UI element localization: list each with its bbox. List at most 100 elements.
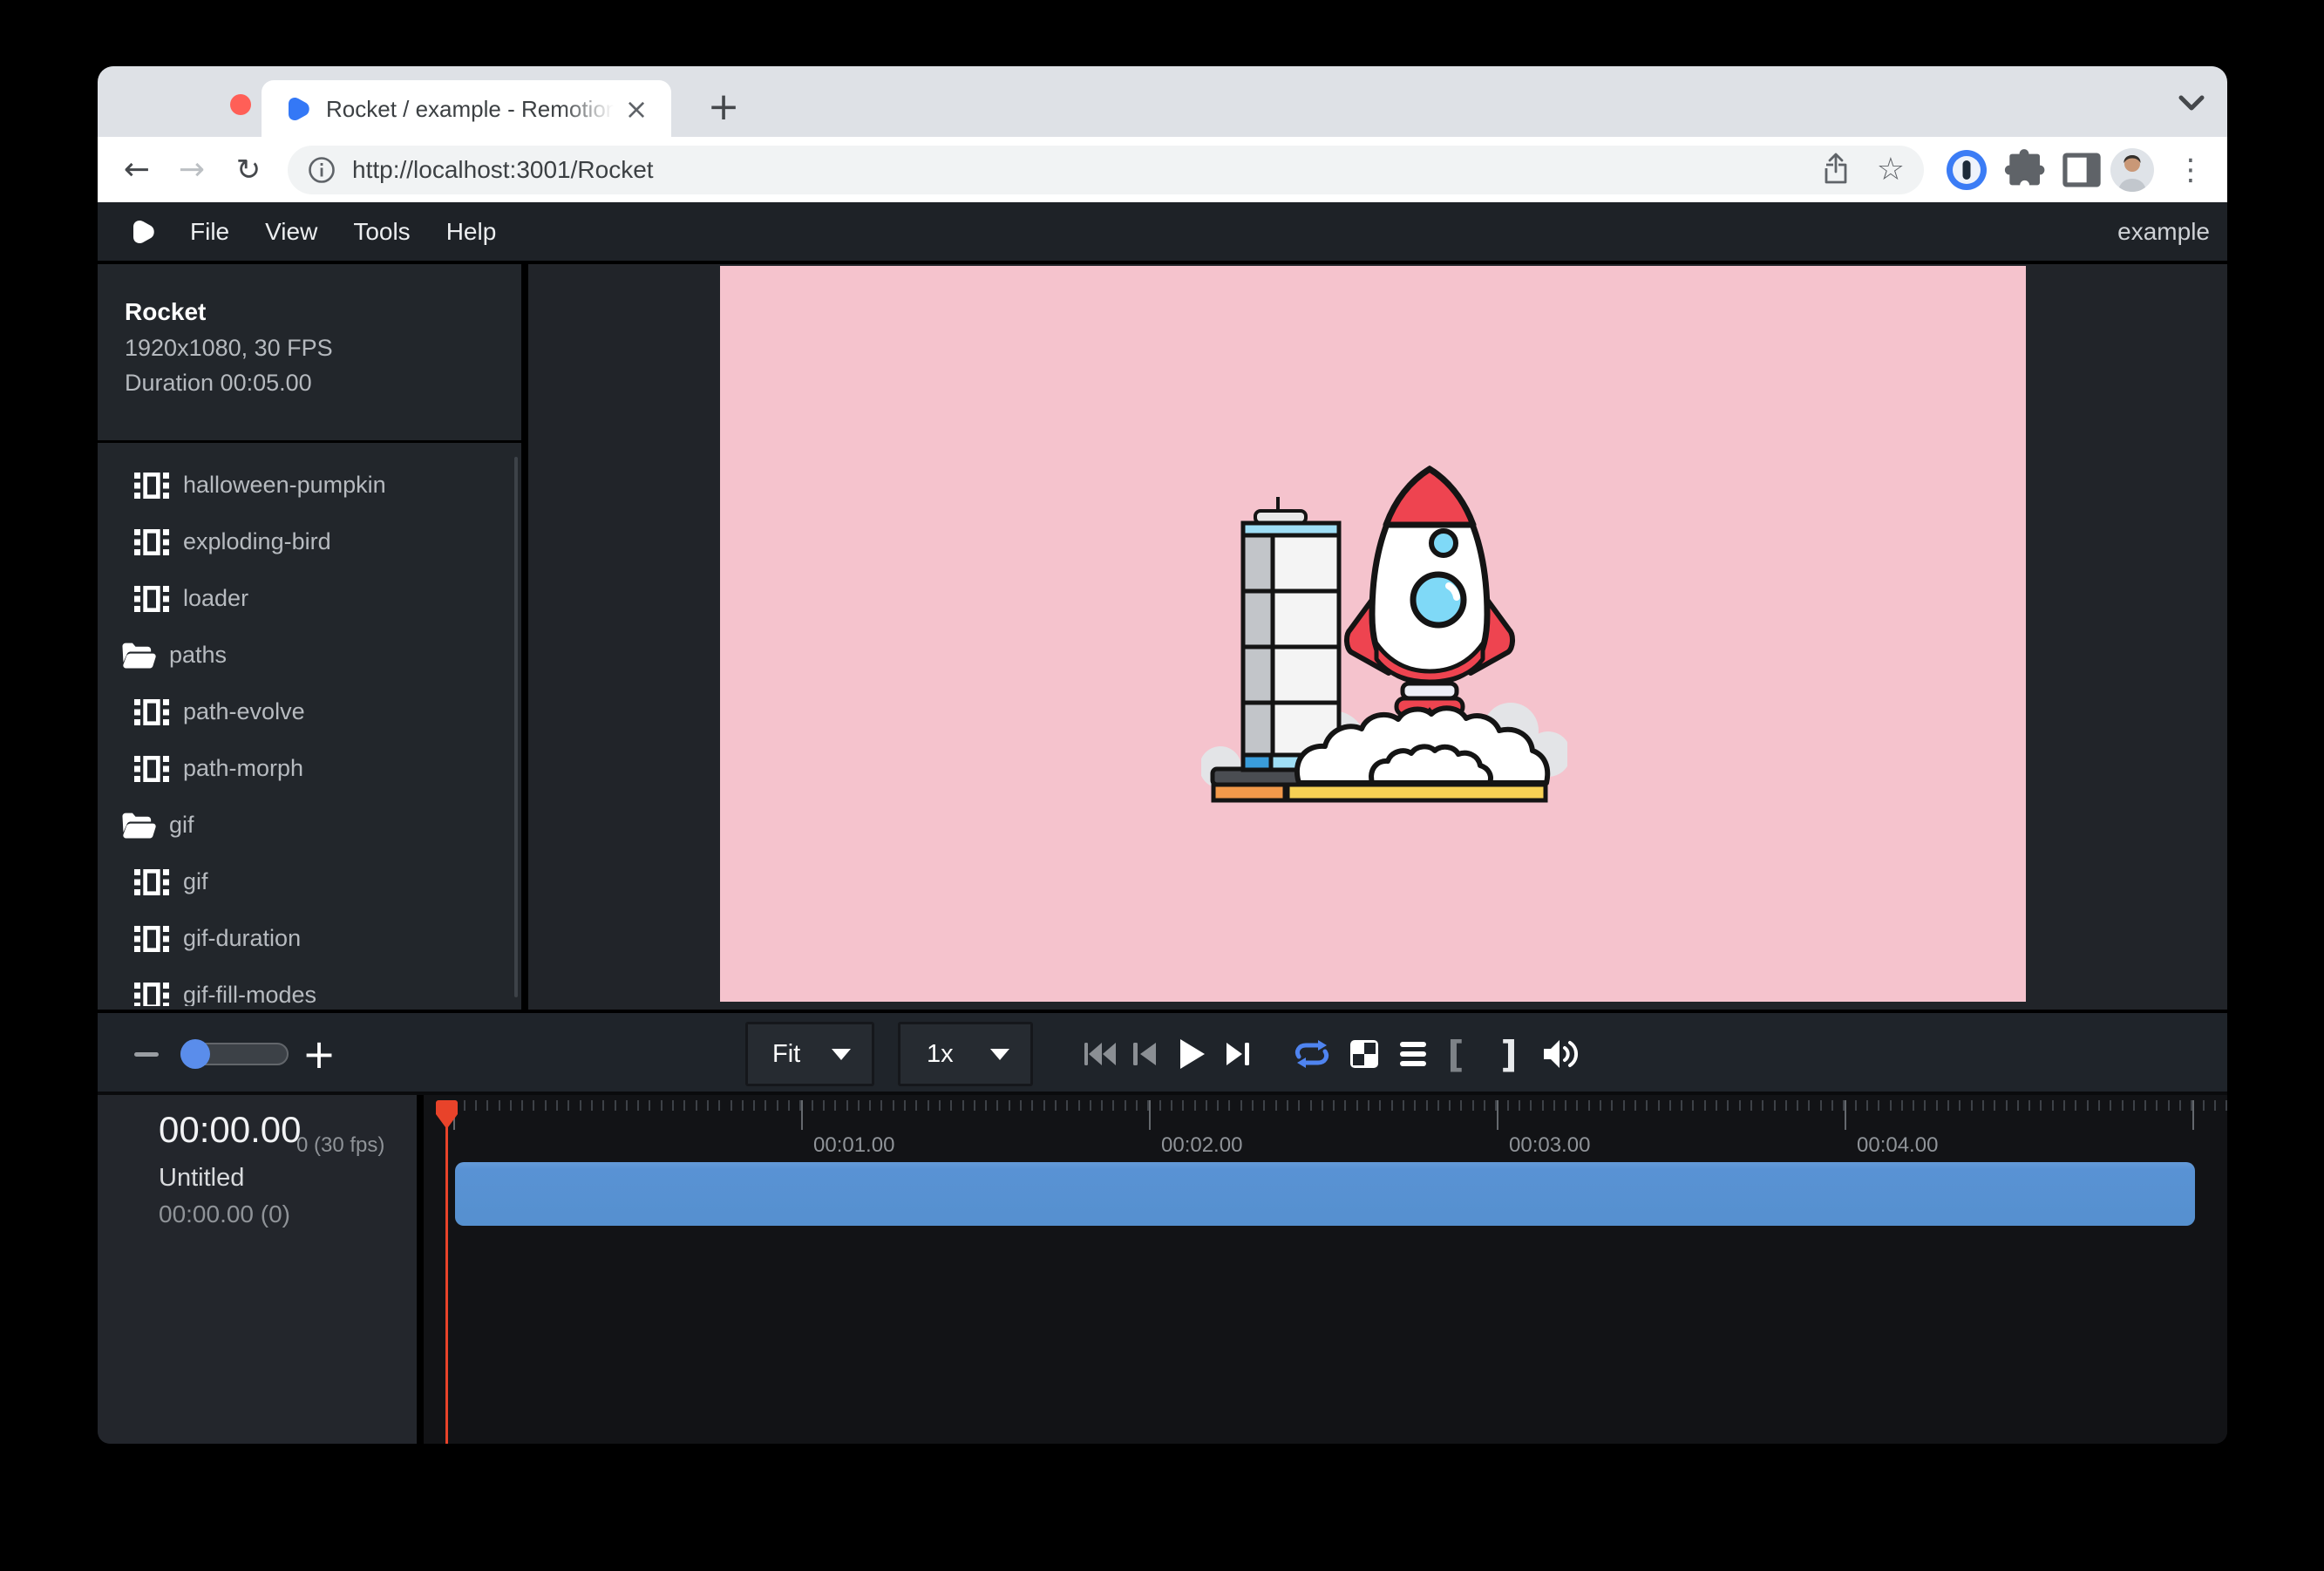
menu-tools[interactable]: Tools [353,218,410,246]
minus-icon [134,1052,159,1057]
sidebar-item-label: path-morph [183,755,303,782]
sidebar-composition-path-evolve[interactable]: path-evolve [98,683,521,740]
film-icon [134,584,171,614]
zoom-out-button[interactable] [127,1013,166,1095]
tab-search-chevron-icon[interactable] [2174,91,2209,117]
in-point-button[interactable]: [ [1437,1013,1475,1095]
film-icon [134,527,171,557]
out-point-button[interactable]: ] [1490,1013,1528,1095]
forward-button[interactable]: → [171,149,213,191]
playback-speed-value: 1x [927,1040,954,1069]
menu-view[interactable]: View [265,218,317,246]
film-icon [134,924,171,954]
timeline-panel: 00:00.00 0 (30 fps) Untitled 00:00.00 (0… [98,1095,2227,1444]
composition-list: halloween-pumpkin exploding-bird loader pat… [98,457,521,1006]
sidebar-composition-path-morph[interactable]: path-morph [98,740,521,797]
playhead-handle[interactable] [433,1100,460,1130]
sidebar-composition-gif-fill-modes[interactable]: gif-fill-modes [98,967,521,1006]
next-frame-button[interactable] [1219,1013,1257,1095]
playhead-line[interactable] [445,1125,448,1444]
sidebar-item-label: gif [183,868,208,895]
folder-open-icon [120,641,157,670]
sidebar-folder-paths[interactable]: paths [98,627,521,683]
current-time-display: 00:00.00 [159,1109,302,1151]
sidebar-item-label: exploding-bird [183,528,331,555]
play-icon [1177,1037,1206,1071]
volume-icon [1541,1037,1580,1071]
close-window-button[interactable] [230,94,251,115]
skip-to-start-button[interactable] [1081,1013,1119,1095]
address-bar[interactable]: http://localhost:3001/Rocket ☆ [288,146,1924,194]
browser-tab[interactable]: Rocket / example - Remotion P × [262,80,671,137]
sidebar-folder-gif[interactable]: gif [98,797,521,854]
rocket-illustration [1201,453,1567,820]
sidebar-composition-gif[interactable]: gif [98,854,521,910]
zoom-slider-thumb[interactable] [180,1039,210,1069]
folder-open-icon [120,811,157,840]
profile-avatar[interactable] [2110,147,2155,193]
sidebar-composition-halloween-pumpkin[interactable]: halloween-pumpkin [98,457,521,513]
transparency-toggle-button[interactable] [1345,1013,1383,1095]
skip-to-start-icon [1083,1039,1118,1069]
playback-speed-dropdown[interactable]: 1x [898,1022,1033,1086]
sidebar-composition-loader[interactable]: loader [98,570,521,627]
compositions-sidebar: Rocket 1920x1080, 30 FPS Duration 00:05.… [98,264,528,1010]
sidebar-item-label: paths [169,642,227,669]
side-panel-icon[interactable] [2059,147,2104,193]
preview-toolbar: + Fit 1x [98,1010,2227,1095]
ruler-label: 00:01.00 [813,1133,894,1158]
ruler-label: 00:03.00 [1509,1133,1590,1158]
bookmark-star-icon[interactable]: ☆ [1877,146,1905,194]
preview-area [528,264,2227,1010]
previous-frame-icon [1131,1039,1159,1069]
extensions-puzzle-icon[interactable] [2001,147,2047,193]
film-icon [134,981,171,1007]
new-tab-button[interactable]: + [697,82,750,134]
share-icon[interactable] [1821,153,1851,187]
remotion-favicon-icon [284,96,310,122]
composition-duration: Duration 00:05.00 [125,370,521,397]
zoom-in-button[interactable]: + [300,1013,338,1095]
video-stage [720,266,2026,1002]
timeline-rows-button[interactable] [1394,1013,1432,1095]
sidebar-scrollbar[interactable] [514,457,518,997]
chevron-down-icon [832,1049,851,1060]
current-frame-display: 0 (30 fps) [296,1133,384,1158]
canvas-size-dropdown[interactable]: Fit [745,1022,874,1086]
tab-close-icon[interactable]: × [619,92,654,126]
project-name-label: example [2117,218,2210,246]
sidebar-item-label: path-evolve [183,698,305,725]
remotion-logo-icon[interactable] [129,219,155,245]
previous-frame-button[interactable] [1125,1013,1164,1095]
sidebar-item-label: loader [183,585,248,612]
onepassword-extension-icon[interactable] [1944,147,1989,193]
volume-button[interactable] [1541,1013,1580,1095]
loop-toggle-button[interactable] [1293,1013,1331,1095]
track-meta: 00:00.00 (0) [159,1200,290,1228]
film-icon [134,867,171,897]
reload-button[interactable]: ↻ [228,149,269,191]
menu-help[interactable]: Help [446,218,497,246]
composition-resolution: 1920x1080, 30 FPS [125,335,521,362]
sidebar-item-label: halloween-pumpkin [183,472,386,499]
next-frame-icon [1224,1039,1252,1069]
sequence-bar[interactable] [455,1162,2195,1226]
sidebar-composition-gif-duration[interactable]: gif-duration [98,910,521,967]
rows-icon [1398,1041,1428,1067]
sidebar-item-label: gif [169,812,194,839]
loop-icon [1293,1039,1331,1069]
film-icon [134,754,171,784]
back-button[interactable]: ← [116,149,158,191]
zoom-slider[interactable] [180,1013,289,1095]
menu-file[interactable]: File [190,218,229,246]
sidebar-composition-exploding-bird[interactable]: exploding-bird [98,513,521,570]
sidebar-item-label: gif-duration [183,925,301,952]
timeline-track-area[interactable]: 00:01.00 00:02.00 00:03.00 00:04.00 [424,1095,2227,1444]
browser-menu-icon[interactable]: ⋮ [2176,147,2202,193]
canvas-size-value: Fit [772,1040,800,1069]
composition-name: Rocket [125,298,521,326]
checkerboard-icon [1349,1039,1379,1069]
site-info-icon[interactable] [307,155,336,185]
tab-strip: Rocket / example - Remotion P × + [98,66,2227,137]
play-button[interactable] [1172,1013,1211,1095]
